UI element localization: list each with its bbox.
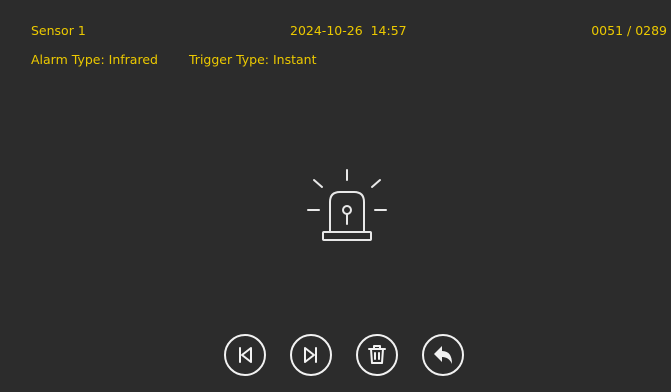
skip-previous-icon bbox=[239, 347, 252, 363]
record-datetime: 2024-10-26 14:57 bbox=[290, 23, 407, 38]
playback-screen: Sensor 1 2024-10-26 14:57 0051 / 0289 Al… bbox=[0, 0, 671, 392]
record-counter: 0051 / 0289 bbox=[591, 23, 667, 38]
back-button[interactable] bbox=[422, 334, 464, 376]
trigger-type-label: Trigger Type: Instant bbox=[189, 52, 317, 67]
alarm-type-label: Alarm Type: Infrared bbox=[31, 52, 158, 67]
delete-record-button[interactable] bbox=[356, 334, 398, 376]
sensor-name: Sensor 1 bbox=[31, 23, 86, 38]
next-record-button[interactable] bbox=[290, 334, 332, 376]
undo-arrow-icon bbox=[434, 346, 452, 364]
playback-controls bbox=[0, 334, 671, 380]
previous-record-button[interactable] bbox=[224, 334, 266, 376]
trash-icon bbox=[368, 345, 386, 364]
alarm-siren-icon bbox=[307, 169, 387, 241]
skip-next-icon bbox=[304, 347, 317, 363]
